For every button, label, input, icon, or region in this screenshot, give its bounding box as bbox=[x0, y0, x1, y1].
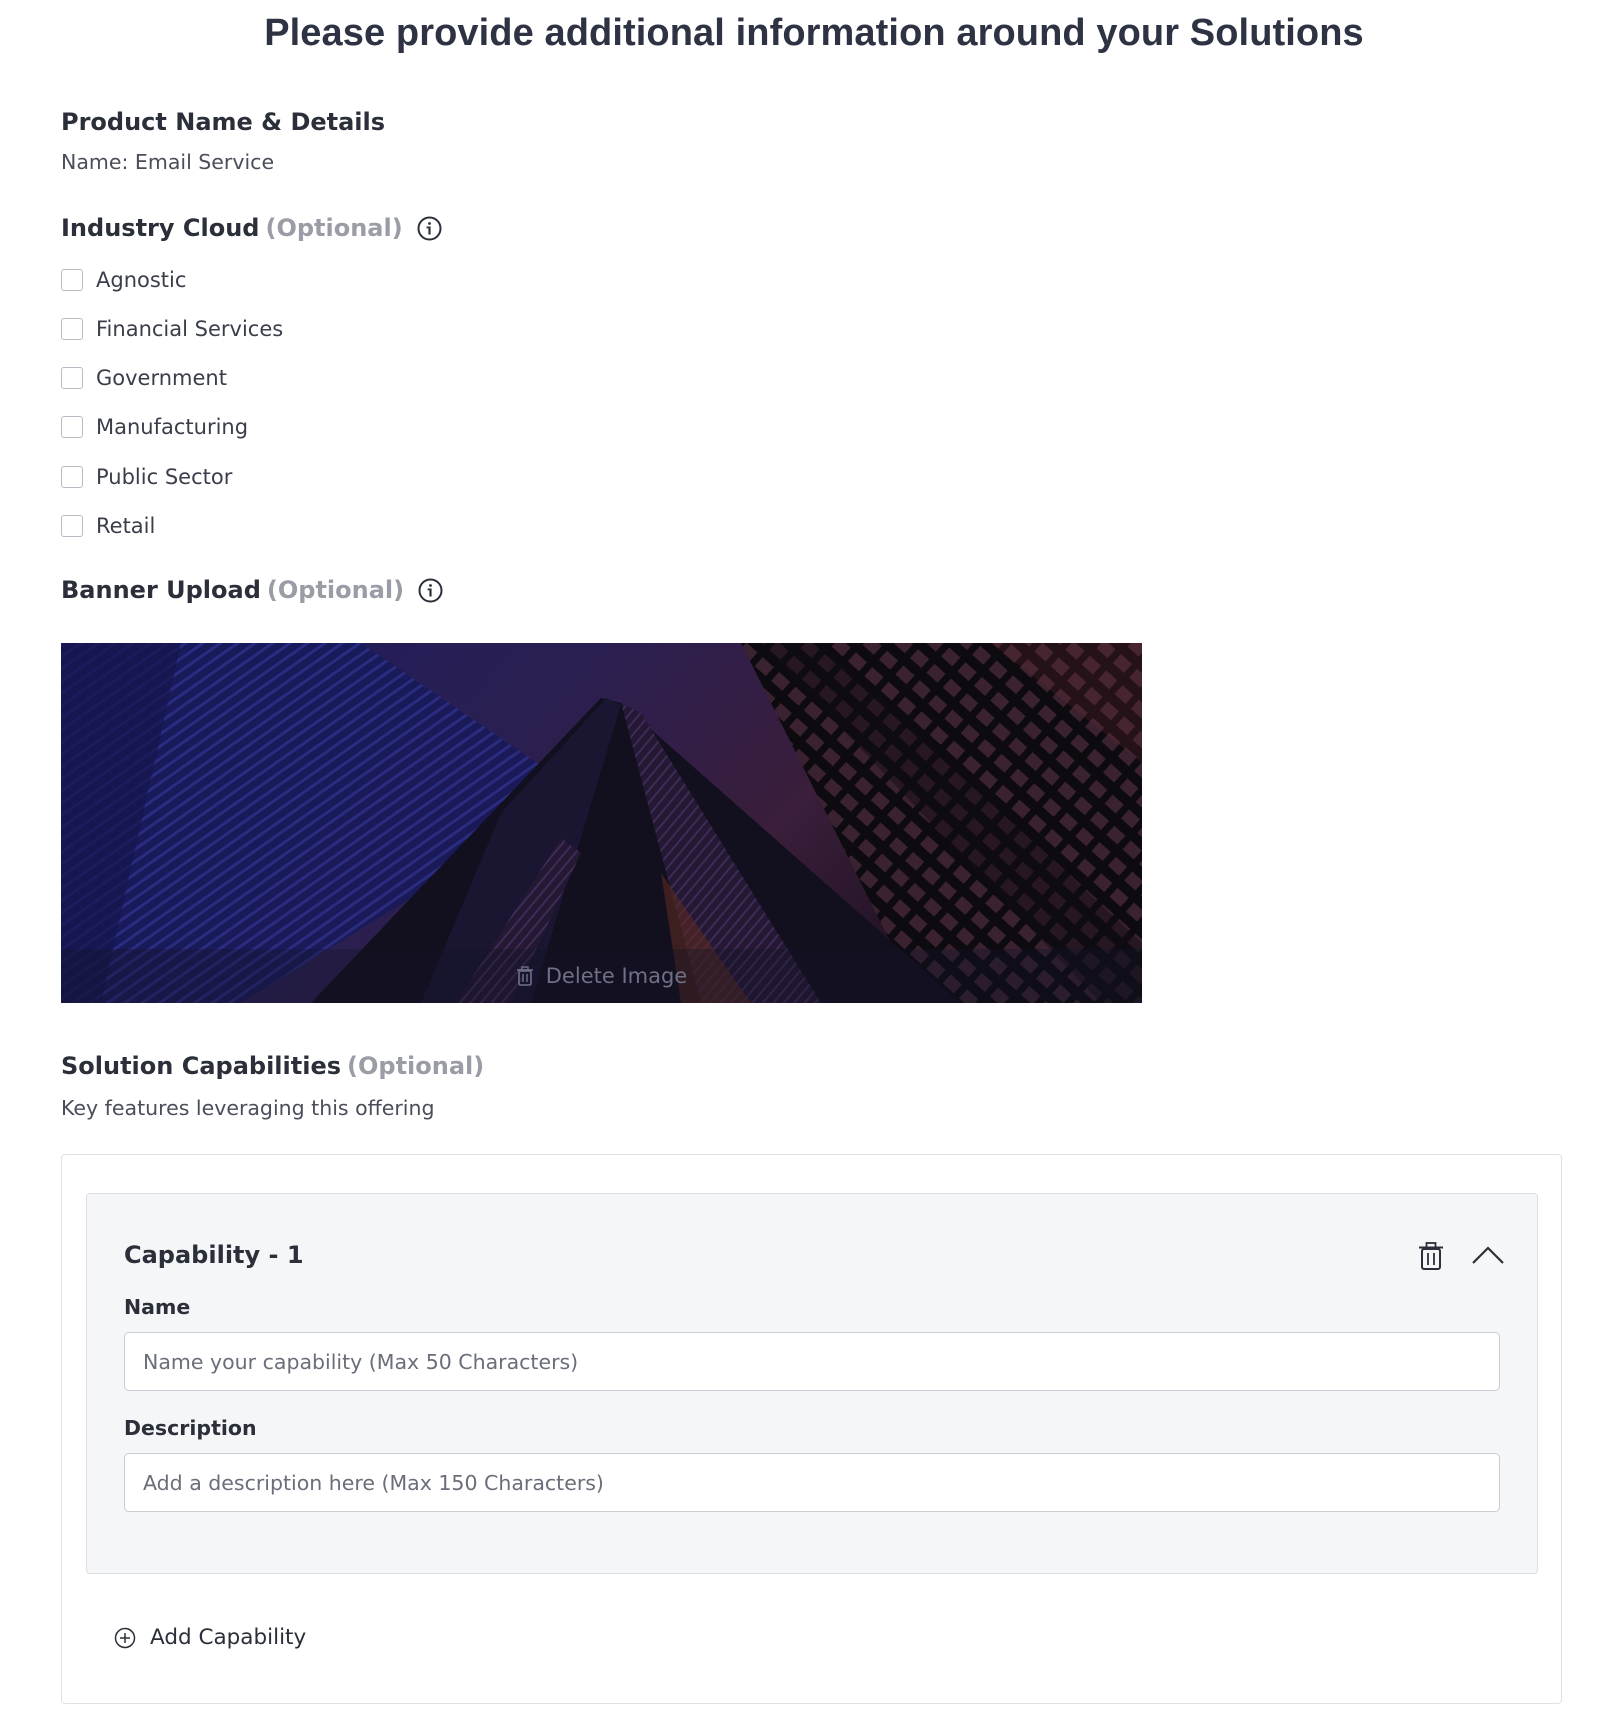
checkbox-label: Public Sector bbox=[96, 465, 233, 489]
page-title: Please provide additional information ar… bbox=[264, 12, 1364, 54]
checkbox[interactable] bbox=[61, 416, 83, 438]
product-section-heading: Product Name & Details bbox=[61, 108, 385, 136]
capability-description-input[interactable] bbox=[124, 1453, 1500, 1512]
product-heading-text: Product Name & Details bbox=[61, 108, 386, 136]
capability-description-label: Description bbox=[124, 1416, 257, 1440]
capabilities-heading: Solution Capabilities (Optional) bbox=[61, 1052, 484, 1080]
capability-name-label: Name bbox=[124, 1295, 191, 1319]
industry-option-agnostic[interactable]: Agnostic bbox=[61, 268, 186, 292]
industry-option-manufacturing[interactable]: Manufacturing bbox=[61, 415, 248, 439]
delete-image-button[interactable]: Delete Image bbox=[61, 949, 1142, 1003]
info-circle-icon[interactable] bbox=[418, 578, 443, 603]
optional-tag: (Optional) bbox=[347, 1052, 485, 1080]
checkbox[interactable] bbox=[61, 466, 83, 488]
banner-upload-heading: Banner Upload (Optional) bbox=[61, 576, 443, 604]
industry-cloud-heading: Industry Cloud (Optional) bbox=[61, 214, 442, 242]
add-capability-button[interactable]: Add Capability bbox=[114, 1625, 306, 1650]
checkbox[interactable] bbox=[61, 318, 83, 340]
banner-image: Delete Image bbox=[61, 643, 1142, 1003]
banner-heading-text: Banner Upload bbox=[61, 576, 261, 604]
capability-name-input[interactable] bbox=[124, 1332, 1500, 1391]
checkbox-label: Retail bbox=[96, 514, 156, 538]
checkbox[interactable] bbox=[61, 269, 83, 291]
trash-icon bbox=[516, 966, 534, 986]
collapse-chevron-up-icon[interactable] bbox=[1471, 1244, 1505, 1266]
add-capability-label: Add Capability bbox=[150, 1625, 307, 1650]
capability-card: Capability - 1 Name Description bbox=[86, 1193, 1538, 1574]
checkbox-label: Government bbox=[96, 366, 227, 390]
industry-option-retail[interactable]: Retail bbox=[61, 514, 155, 538]
info-circle-icon[interactable] bbox=[417, 216, 442, 241]
delete-image-label: Delete Image bbox=[545, 964, 688, 988]
capabilities-subtitle: Key features leveraging this offering bbox=[61, 1096, 435, 1120]
industry-option-public-sector[interactable]: Public Sector bbox=[61, 465, 232, 489]
checkbox[interactable] bbox=[61, 515, 83, 537]
industry-option-government[interactable]: Government bbox=[61, 366, 227, 390]
checkbox[interactable] bbox=[61, 367, 83, 389]
capabilities-heading-text: Solution Capabilities bbox=[61, 1052, 342, 1080]
capabilities-container: Capability - 1 Name Description Add Capa… bbox=[61, 1154, 1562, 1704]
plus-circle-icon bbox=[114, 1627, 136, 1649]
industry-option-financial-services[interactable]: Financial Services bbox=[61, 317, 283, 341]
checkbox-label: Financial Services bbox=[96, 317, 284, 341]
delete-capability-trash-icon[interactable] bbox=[1417, 1241, 1445, 1271]
capability-title: Capability - 1 bbox=[124, 1241, 304, 1269]
optional-tag: (Optional) bbox=[266, 576, 405, 604]
checkbox-label: Agnostic bbox=[96, 268, 187, 292]
industry-cloud-heading-text: Industry Cloud bbox=[61, 214, 260, 242]
optional-tag: (Optional) bbox=[265, 214, 403, 242]
product-name-line: Name: Email Service bbox=[61, 150, 275, 174]
checkbox-label: Manufacturing bbox=[96, 415, 249, 439]
